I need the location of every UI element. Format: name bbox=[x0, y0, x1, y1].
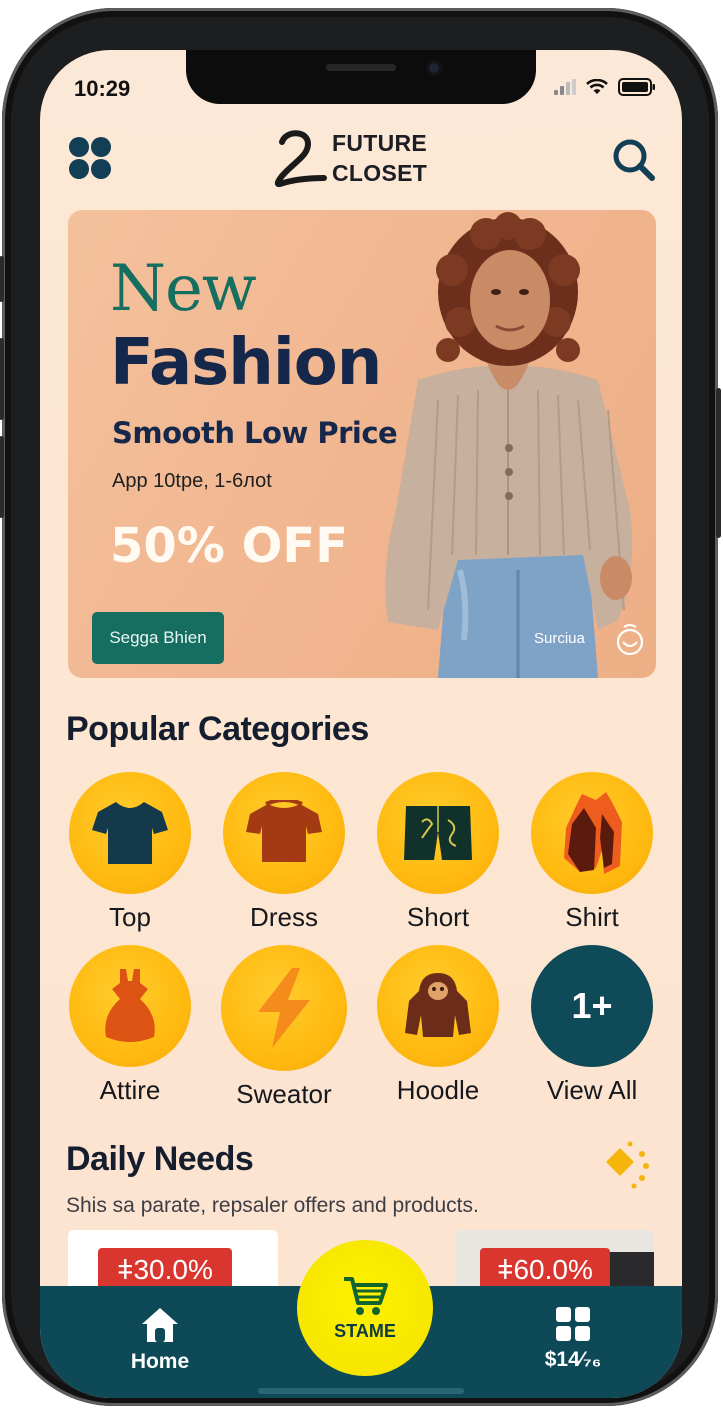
sweater-icon bbox=[258, 968, 310, 1048]
model-image bbox=[385, 212, 633, 678]
category-label: Dress bbox=[250, 902, 318, 932]
nav-home-label: Home bbox=[130, 1350, 190, 1373]
banner-discount: 50% OFF bbox=[110, 518, 348, 574]
categories-title: Popular Categories bbox=[66, 710, 369, 748]
category-label: Hoodle bbox=[396, 1075, 480, 1105]
daily-needs-title: Daily Needs bbox=[66, 1140, 254, 1178]
category-circle bbox=[377, 945, 499, 1067]
volume-up-button bbox=[0, 338, 4, 420]
category-circle bbox=[221, 945, 347, 1071]
category-circle bbox=[531, 772, 653, 894]
attire-icon bbox=[105, 969, 155, 1042]
promo-banner[interactable]: New Fashion Smooth Low Price App 10tpe, … bbox=[68, 210, 656, 678]
category-circle bbox=[377, 772, 499, 894]
banner-corner-text: Surciua bbox=[534, 630, 585, 647]
hanger-logo-icon bbox=[274, 130, 327, 188]
power-button bbox=[716, 388, 721, 538]
category-label: Attire bbox=[99, 1075, 161, 1105]
view-all-count: 1+ bbox=[571, 985, 613, 1026]
banner-title-fashion: Fashion bbox=[110, 326, 382, 400]
brand-logo: FUTURE CLOSET bbox=[272, 128, 427, 188]
smile-icon bbox=[616, 624, 644, 656]
category-label: Top bbox=[109, 902, 151, 932]
banner-cta-button[interactable]: Segga Bhien bbox=[92, 612, 224, 664]
category-top[interactable]: Top bbox=[60, 772, 200, 933]
category-circle bbox=[69, 772, 191, 894]
logo-line-2: CLOSET bbox=[332, 160, 428, 186]
mute-switch bbox=[0, 256, 4, 302]
category-attire[interactable]: Attire bbox=[60, 945, 200, 1106]
logo-line-1: FUTURE bbox=[332, 130, 428, 156]
status-time: 10:29 bbox=[74, 76, 131, 101]
banner-subtitle: Smooth Low Price bbox=[112, 416, 398, 450]
shirt-icon bbox=[564, 792, 622, 874]
category-label: View All bbox=[546, 1075, 638, 1105]
category-hoodle[interactable]: Hoodle bbox=[368, 945, 508, 1106]
banner-detail: App 10tpe, 1-6лоt bbox=[112, 470, 272, 492]
screen: 10:29 FUTURE CLOSET New Fashion Smooth L… bbox=[40, 50, 682, 1398]
home-icon bbox=[142, 1308, 178, 1342]
nav-home[interactable]: Home bbox=[120, 1306, 200, 1374]
cart-fab-label: STAME bbox=[334, 1320, 396, 1341]
category-view-all[interactable]: 1+ View All bbox=[522, 945, 662, 1106]
cart-icon bbox=[344, 1276, 388, 1315]
battery-icon bbox=[618, 78, 655, 96]
home-indicator bbox=[258, 1388, 464, 1394]
category-sweator[interactable]: Sweator bbox=[214, 945, 354, 1110]
apps-grid-icon bbox=[556, 1307, 590, 1341]
cart-fab-button[interactable]: STAME bbox=[297, 1240, 433, 1376]
nav-apps-label: $14⁄₇₆ bbox=[544, 1348, 602, 1371]
grid-icon[interactable] bbox=[68, 136, 112, 180]
category-circle bbox=[69, 945, 191, 1067]
phone-frame: 10:29 FUTURE CLOSET New Fashion Smooth L… bbox=[0, 8, 721, 1406]
category-shirt[interactable]: Shirt bbox=[522, 772, 662, 933]
shorts-icon bbox=[404, 806, 472, 860]
daily-needs-subtitle: Shis sa parate, repsaler offers and prod… bbox=[66, 1194, 479, 1217]
wifi-icon bbox=[586, 79, 608, 94]
banner-title-new: New bbox=[110, 252, 257, 326]
view-all-icon: 1+ bbox=[531, 945, 653, 1067]
sparkle-icon bbox=[606, 1141, 649, 1189]
category-short[interactable]: Short bbox=[368, 772, 508, 933]
category-label: Short bbox=[406, 902, 470, 932]
tshirt-icon bbox=[92, 802, 168, 864]
nav-apps[interactable]: $14⁄₇₆ bbox=[528, 1306, 618, 1372]
category-label: Sweator bbox=[236, 1079, 332, 1109]
category-dress[interactable]: Dress bbox=[214, 772, 354, 933]
category-circle bbox=[223, 772, 345, 894]
status-icons bbox=[554, 78, 656, 96]
notch bbox=[186, 50, 536, 104]
volume-down-button bbox=[0, 436, 4, 518]
search-icon[interactable] bbox=[610, 136, 656, 182]
signal-icon bbox=[554, 79, 576, 95]
category-label: Shirt bbox=[565, 902, 619, 932]
hoodie-icon bbox=[405, 973, 471, 1037]
dress-top-icon bbox=[246, 800, 322, 862]
